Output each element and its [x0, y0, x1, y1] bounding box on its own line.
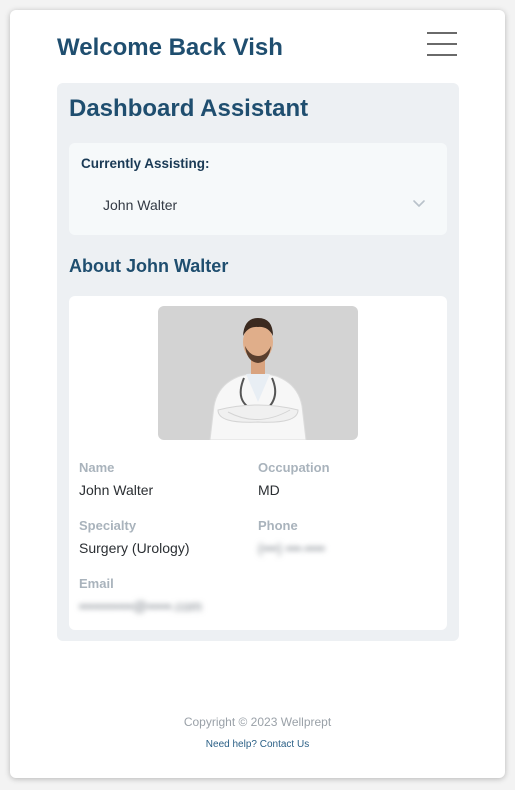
welcome-heading: Welcome Back Vish — [57, 34, 283, 61]
footer-copyright: Copyright © 2023 Wellprept — [183, 715, 332, 729]
chevron-down-icon — [413, 200, 425, 207]
email-label: Email — [79, 576, 114, 591]
currently-assisting-card: Currently Assisting: John Walter — [69, 143, 447, 235]
doctor-illustration — [209, 318, 307, 440]
phone-label: Phone — [258, 518, 298, 533]
specialty-label: Specialty — [79, 518, 137, 533]
about-heading: About John Walter — [69, 256, 229, 276]
phone-value: (•••) •••-•••• — [258, 540, 325, 556]
doctor-profile-photo — [158, 306, 358, 440]
email-value: •••••••••••@•••••.com — [79, 598, 202, 614]
name-label: Name — [79, 460, 115, 475]
specialty-value: Surgery (Urology) — [79, 540, 190, 556]
app-window: Welcome Back Vish Dashboard Assistant Cu… — [10, 10, 505, 778]
menu-line — [427, 43, 457, 45]
profile-card: Name John Walter Occupation MD Specialty… — [69, 296, 447, 630]
contact-us-link[interactable]: Need help? Contact Us — [10, 739, 505, 750]
assisting-selected-value: John Walter — [103, 197, 178, 213]
occupation-value: MD — [258, 482, 280, 498]
dashboard-assistant-panel: Dashboard Assistant Currently Assisting:… — [57, 83, 459, 641]
currently-assisting-label: Currently Assisting: — [81, 156, 210, 171]
assisting-select[interactable]: John Walter — [81, 187, 435, 221]
panel-title: Dashboard Assistant — [69, 95, 309, 122]
name-value: John Walter — [79, 482, 154, 498]
hamburger-menu-icon[interactable] — [427, 32, 459, 56]
menu-line — [427, 54, 457, 56]
occupation-label: Occupation — [258, 460, 330, 475]
menu-line — [427, 32, 457, 34]
